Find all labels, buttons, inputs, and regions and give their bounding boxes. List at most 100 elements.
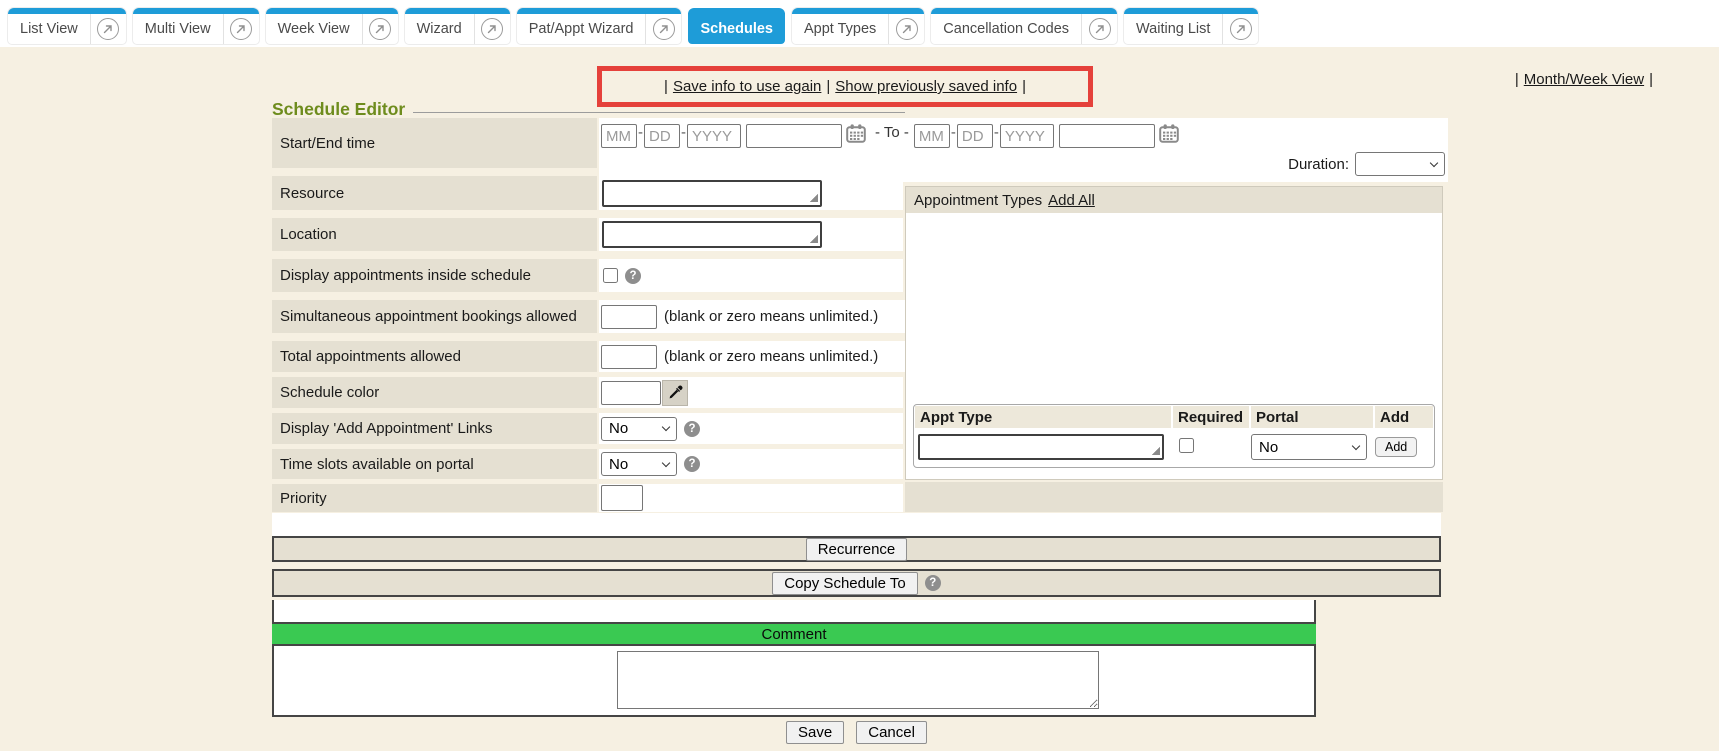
tab-pat-appt-wizard[interactable]: Pat/Appt Wizard (517, 8, 682, 44)
open-in-new-icon-section[interactable] (223, 14, 259, 44)
date-separator: - (994, 124, 999, 141)
chevron-down-icon (1430, 158, 1438, 166)
schedule-color-input[interactable] (601, 381, 661, 405)
tab-waiting-list[interactable]: Waiting List (1124, 8, 1258, 44)
time-slots-portal-label: Time slots available on portal (272, 449, 597, 479)
tab-list-view[interactable]: List View (8, 8, 126, 44)
location-combo (602, 221, 822, 248)
end-year-input[interactable] (1000, 124, 1054, 148)
start-end-time-cell: - - - To - - - Duration: (599, 118, 1448, 182)
tab-appt-types[interactable]: Appt Types (792, 8, 924, 44)
open-in-new-icon-section[interactable] (645, 14, 681, 44)
start-month-input[interactable] (601, 124, 637, 148)
to-label: - To - (875, 124, 909, 141)
tab-week-view[interactable]: Week View (266, 8, 398, 44)
tab-schedules[interactable]: Schedules (688, 8, 785, 44)
comment-textarea[interactable] (617, 651, 1099, 709)
end-time-input[interactable] (1059, 124, 1155, 148)
start-year-input[interactable] (687, 124, 741, 148)
show-saved-info-link[interactable]: Show previously saved info (835, 78, 1017, 95)
start-day-input[interactable] (644, 124, 680, 148)
comment-section: Comment (272, 600, 1316, 717)
open-in-new-icon-section[interactable] (362, 14, 398, 44)
tab-label: Pat/Appt Wizard (517, 14, 646, 44)
simultaneous-bookings-label: Simultaneous appointment bookings allowe… (272, 300, 597, 333)
start-end-time-label: Start/End time (272, 118, 597, 168)
open-in-new-icon-section[interactable] (474, 14, 510, 44)
add-all-link[interactable]: Add All (1048, 192, 1095, 209)
help-icon[interactable] (625, 268, 641, 284)
appointment-types-header: Appointment Types Add All (906, 187, 1442, 213)
color-picker-button[interactable] (662, 380, 688, 406)
appointment-types-panel: Appointment Types Add All Appt Type Requ… (905, 186, 1443, 480)
duration-label: Duration: (1288, 156, 1349, 173)
appt-type-table-header: Appt Type Required Portal Add (915, 406, 1433, 428)
end-month-input[interactable] (914, 124, 950, 148)
month-week-view-nav: | Month/Week View | (1515, 71, 1653, 88)
eyedropper-icon (668, 385, 683, 400)
month-week-view-link[interactable]: Month/Week View (1524, 71, 1644, 88)
simultaneous-bookings-input[interactable] (601, 305, 657, 329)
priority-input[interactable] (601, 485, 643, 511)
select-value: No (1259, 439, 1278, 456)
open-in-new-icon-section[interactable] (90, 14, 126, 44)
separator-pipe: | (1649, 71, 1653, 88)
help-icon[interactable] (925, 575, 941, 591)
tab-wizard[interactable]: Wizard (405, 8, 510, 44)
total-appointments-input[interactable] (601, 345, 657, 369)
location-input[interactable] (602, 221, 822, 248)
save-button[interactable]: Save (786, 721, 844, 744)
schedule-editor-legend: Schedule Editor (272, 99, 905, 120)
tab-label: Week View (266, 14, 362, 44)
top-tab-bar: List View Multi View Week View Wizard Pa… (0, 0, 1719, 47)
total-appointments-label: Total appointments allowed (272, 341, 597, 372)
help-icon[interactable] (684, 456, 700, 472)
display-appointments-label: Display appointments inside schedule (272, 259, 597, 292)
add-appointment-links-select[interactable]: No (601, 417, 677, 441)
required-checkbox[interactable] (1179, 438, 1194, 453)
open-in-new-icon (896, 18, 918, 40)
add-column-header: Add (1375, 406, 1433, 428)
appt-type-table: Appt Type Required Portal Add No Add (913, 404, 1435, 468)
appt-type-table-row: No Add (915, 428, 1433, 466)
date-separator: - (951, 124, 956, 141)
resource-label: Resource (272, 176, 597, 210)
appt-type-input[interactable] (918, 434, 1164, 460)
end-day-input[interactable] (957, 124, 993, 148)
portal-select[interactable]: No (1251, 434, 1367, 460)
add-appointment-links-cell: No (599, 413, 903, 444)
open-in-new-icon-section[interactable] (888, 14, 924, 44)
schedule-color-cell (599, 377, 903, 408)
priority-cell (599, 484, 903, 512)
open-in-new-icon (97, 18, 119, 40)
simultaneous-bookings-cell: (blank or zero means unlimited.) (599, 300, 909, 333)
appt-type-column-header: Appt Type (915, 406, 1171, 428)
add-appointment-links-label: Display 'Add Appointment' Links (272, 413, 597, 444)
open-in-new-icon (481, 18, 503, 40)
tab-multi-view[interactable]: Multi View (133, 8, 259, 44)
select-value: No (609, 420, 628, 437)
copy-schedule-button[interactable]: Copy Schedule To (772, 572, 917, 595)
open-in-new-icon (369, 18, 391, 40)
separator-pipe: | (664, 78, 668, 95)
tab-cancellation-codes[interactable]: Cancellation Codes (931, 8, 1117, 44)
help-icon[interactable] (684, 421, 700, 437)
cancel-button[interactable]: Cancel (856, 721, 927, 744)
tab-label: List View (8, 14, 90, 44)
duration-select[interactable] (1355, 152, 1445, 176)
display-appointments-checkbox[interactable] (603, 268, 618, 283)
start-time-input[interactable] (746, 124, 842, 148)
recurrence-button[interactable]: Recurrence (806, 538, 908, 561)
unlimited-note: (blank or zero means unlimited.) (664, 348, 878, 365)
open-in-new-icon-section[interactable] (1081, 14, 1117, 44)
required-column-header: Required (1173, 406, 1249, 428)
resource-input[interactable] (602, 180, 822, 207)
time-slots-portal-select[interactable]: No (601, 452, 677, 476)
location-label: Location (272, 218, 597, 251)
calendar-icon[interactable] (846, 124, 866, 143)
appointment-types-title: Appointment Types (914, 192, 1042, 209)
save-info-link[interactable]: Save info to use again (673, 78, 821, 95)
open-in-new-icon-section[interactable] (1222, 14, 1258, 44)
calendar-icon[interactable] (1159, 124, 1179, 143)
add-appt-type-button[interactable]: Add (1375, 437, 1417, 457)
